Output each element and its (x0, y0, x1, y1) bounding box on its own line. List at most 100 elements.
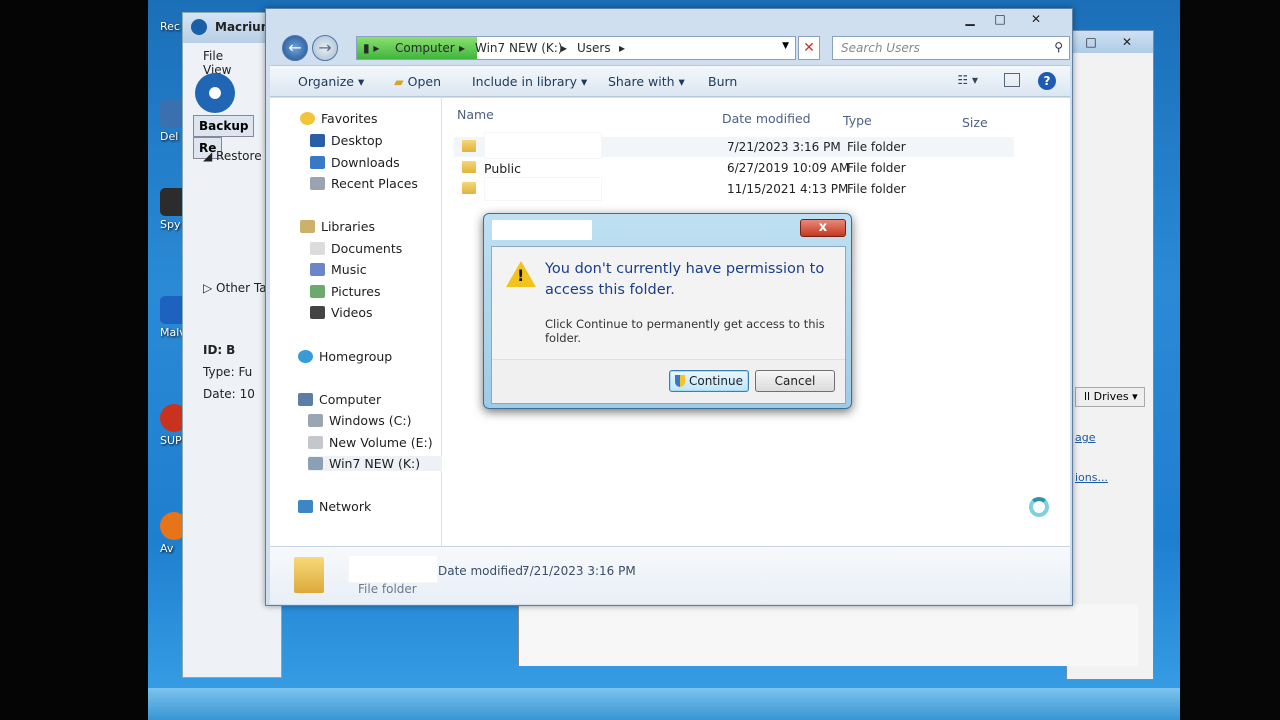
help-icon[interactable]: ? (1038, 72, 1056, 90)
continue-button[interactable]: Continue (669, 370, 749, 392)
type-value: Fu (238, 365, 253, 379)
search-icon[interactable]: ⚲ (1054, 40, 1063, 54)
libraries-icon (300, 220, 315, 233)
breadcrumb-computer[interactable]: Computer (395, 41, 455, 55)
downloads-icon (310, 156, 325, 169)
nav-videos[interactable]: Videos (310, 305, 373, 320)
nav-libraries[interactable]: Libraries (300, 219, 375, 234)
open-button[interactable]: ▰ Open (394, 74, 441, 89)
breadcrumb[interactable]: ▮ ▸ Computer ▸ Win7 NEW (K:) ▸ Users ▸ ▼ (356, 36, 796, 60)
menu-file[interactable]: File (203, 49, 223, 63)
background-window-titlebar[interactable]: □ ✕ (1067, 31, 1153, 53)
stop-button[interactable]: ✕ (798, 36, 820, 60)
table-row[interactable]: Public 6/27/2019 10:09 AM File folder (454, 158, 1014, 178)
date-value: 10 (239, 387, 255, 401)
monitor-bezel-left (0, 0, 148, 720)
back-button[interactable]: ← (282, 35, 308, 61)
table-row[interactable]: 7/21/2023 3:16 PM File folder (454, 132, 1014, 159)
navigation-pane: Favorites Desktop Downloads Recent Place… (270, 98, 449, 546)
breadcrumb-drive[interactable]: Win7 NEW (K:) (475, 41, 563, 55)
details-pane: Date modified: 7/21/2023 3:16 PM File fo… (270, 546, 1070, 604)
nav-network[interactable]: Network (298, 499, 371, 514)
maximize-icon[interactable]: □ (986, 11, 1014, 27)
drive-icon (308, 414, 323, 427)
taskbar[interactable] (148, 688, 1180, 720)
file-date: 6/27/2019 10:09 AM (727, 161, 850, 175)
column-type[interactable]: Type (843, 113, 872, 128)
organize-button[interactable]: Organize ▾ (298, 74, 364, 89)
search-input[interactable]: Search Users ⚲ (832, 36, 1070, 60)
nav-computer-label: Computer (319, 392, 382, 407)
backup-disc-icon[interactable] (195, 73, 235, 113)
close-icon[interactable]: ✕ (1113, 34, 1141, 50)
nav-recent[interactable]: Recent Places (310, 176, 418, 191)
videos-icon (310, 306, 325, 319)
share-label: Share with (608, 74, 675, 89)
id-label: ID: (203, 343, 223, 357)
column-name[interactable]: Name (457, 107, 494, 122)
nav-pictures[interactable]: Pictures (310, 284, 381, 299)
file-name: Public (484, 161, 521, 176)
cancel-button[interactable]: Cancel (755, 370, 835, 392)
view-options-icon[interactable]: ☷ ▾ (957, 73, 978, 87)
forward-button[interactable]: → (312, 35, 338, 61)
chevron-right-icon[interactable]: ▸ (459, 41, 465, 55)
include-library-button[interactable]: Include in library ▾ (472, 74, 587, 89)
column-date[interactable]: Date modified (722, 111, 811, 126)
nav-windows-c-label: Windows (C:) (329, 413, 412, 428)
share-with-button[interactable]: Share with ▾ (608, 74, 685, 89)
file-type: File folder (847, 140, 906, 154)
minimize-icon[interactable]: ▁ (956, 11, 984, 27)
drives-dropdown[interactable]: ll Drives ▾ (1075, 387, 1145, 407)
link-age[interactable]: age (1075, 431, 1096, 444)
nav-recent-label: Recent Places (331, 176, 418, 191)
chevron-right-icon[interactable]: ▸ (561, 41, 567, 55)
folder-icon (462, 182, 476, 194)
nav-windows-c[interactable]: Windows (C:) (308, 413, 411, 428)
chevron-down-icon[interactable]: ▼ (782, 41, 789, 51)
preview-pane-icon[interactable] (1004, 73, 1020, 87)
nav-homegroup-label: Homegroup (319, 349, 393, 364)
nav-favorites-label: Favorites (321, 111, 378, 126)
background-panel (518, 604, 1138, 666)
nav-downloads-label: Downloads (331, 155, 400, 170)
id-value: B (226, 343, 236, 357)
nav-new-volume[interactable]: New Volume (E:) (308, 435, 433, 450)
dialog-close-button[interactable]: x (800, 219, 846, 237)
nav-homegroup[interactable]: Homegroup (298, 349, 392, 364)
organize-label: Organize (298, 74, 354, 89)
macrium-logo-icon (191, 19, 207, 35)
nav-win7new[interactable]: Win7 NEW (K:) (308, 456, 449, 471)
tab-backup[interactable]: Backup (193, 115, 255, 137)
nav-computer[interactable]: Computer (298, 392, 381, 407)
burn-button[interactable]: Burn (708, 74, 737, 89)
link-options[interactable]: ions... (1075, 471, 1108, 484)
background-window-right[interactable]: □ ✕ ll Drives ▾ age ions... (1066, 30, 1154, 680)
dialog-body: ! You don't currently have permission to… (491, 246, 846, 404)
folder-icon: ▮ ▸ (363, 41, 380, 55)
homegroup-icon (298, 350, 313, 363)
maximize-icon[interactable]: □ (1077, 34, 1105, 50)
nav-downloads[interactable]: Downloads (310, 155, 400, 170)
nav-music[interactable]: Music (310, 262, 367, 277)
chevron-right-icon[interactable]: ▸ (619, 41, 625, 55)
other-tasks-label: Other Ta (216, 281, 267, 295)
nav-pictures-label: Pictures (331, 284, 381, 299)
column-size[interactable]: Size (962, 115, 988, 130)
close-icon[interactable]: ✕ (1022, 11, 1050, 27)
redacted-name (484, 177, 602, 201)
network-icon (298, 500, 313, 513)
nav-new-volume-label: New Volume (E:) (329, 435, 433, 450)
nav-favorites[interactable]: Favorites (300, 111, 377, 126)
nav-libraries-label: Libraries (321, 219, 375, 234)
breadcrumb-users[interactable]: Users (577, 41, 611, 55)
permission-dialog[interactable]: x ! You don't currently have permission … (483, 213, 852, 409)
nav-documents[interactable]: Documents (310, 241, 402, 256)
documents-icon (310, 242, 325, 255)
redacted-name (484, 132, 602, 159)
nav-desktop[interactable]: Desktop (310, 133, 383, 148)
dialog-main-instruction: You don't currently have permission to a… (545, 261, 825, 298)
details-date-label: Date modified: (438, 564, 528, 578)
table-row[interactable]: 11/15/2021 4:13 PM File folder (454, 177, 1014, 201)
open-icon: ▰ (394, 74, 404, 89)
